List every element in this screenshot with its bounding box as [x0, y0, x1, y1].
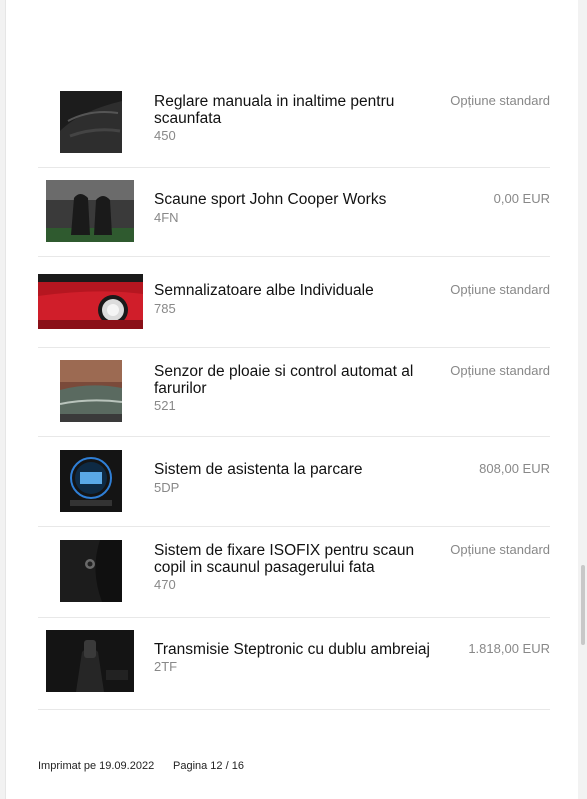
seat-height-adjust-photo — [60, 91, 122, 153]
option-price: Opțiune standard — [450, 542, 550, 557]
option-row: Reglare manuala in inaltime pentru scaun… — [38, 75, 550, 168]
scrollbar[interactable] — [581, 565, 585, 645]
isofix-photo — [60, 540, 122, 602]
option-code: 450 — [154, 128, 176, 143]
rain-sensor-photo — [60, 360, 122, 422]
option-price: Opțiune standard — [450, 93, 550, 108]
option-title: Sistem de asistenta la parcare — [154, 461, 363, 478]
option-row: Sistem de asistenta la parcare 5DP 808,0… — [38, 436, 550, 527]
print-date: Imprimat pe 19.09.2022 — [38, 760, 155, 772]
white-indicators-photo — [38, 274, 143, 329]
option-title: Transmisie Steptronic cu dublu ambreiaj — [154, 641, 430, 658]
document-page: Reglare manuala in inaltime pentru scaun… — [5, 0, 578, 799]
option-code: 4FN — [154, 210, 179, 225]
option-row: Transmisie Steptronic cu dublu ambreiaj … — [38, 617, 550, 710]
option-row: Scaune sport John Cooper Works 4FN 0,00 … — [38, 167, 550, 257]
option-row: Semnalizatoare albe Individuale 785 Opți… — [38, 256, 550, 348]
option-title: Scaune sport John Cooper Works — [154, 191, 387, 208]
parking-assist-photo — [60, 450, 122, 512]
option-price: 1.818,00 EUR — [468, 641, 550, 656]
option-price: Opțiune standard — [450, 282, 550, 297]
option-row: Senzor de ploaie si control automat al f… — [38, 347, 550, 437]
option-price: 0,00 EUR — [493, 191, 550, 206]
steptronic-photo — [46, 630, 134, 692]
option-code: 521 — [154, 398, 176, 413]
page-number: Pagina 12 / 16 — [173, 760, 244, 772]
option-title: Senzor de ploaie si control automat al f… — [154, 363, 414, 397]
option-title: Reglare manuala in inaltime pentru scaun… — [154, 93, 395, 127]
option-code: 470 — [154, 577, 176, 592]
option-price: Opțiune standard — [450, 363, 550, 378]
option-row: Sistem de fixare ISOFIX pentru scaun cop… — [38, 526, 550, 618]
option-code: 785 — [154, 301, 176, 316]
option-code: 5DP — [154, 480, 180, 495]
option-price: 808,00 EUR — [479, 461, 550, 476]
option-title: Semnalizatoare albe Individuale — [154, 282, 374, 299]
option-code: 2TF — [154, 659, 178, 674]
option-title: Sistem de fixare ISOFIX pentru scaun cop… — [154, 542, 415, 576]
sport-seats-photo — [46, 180, 134, 242]
